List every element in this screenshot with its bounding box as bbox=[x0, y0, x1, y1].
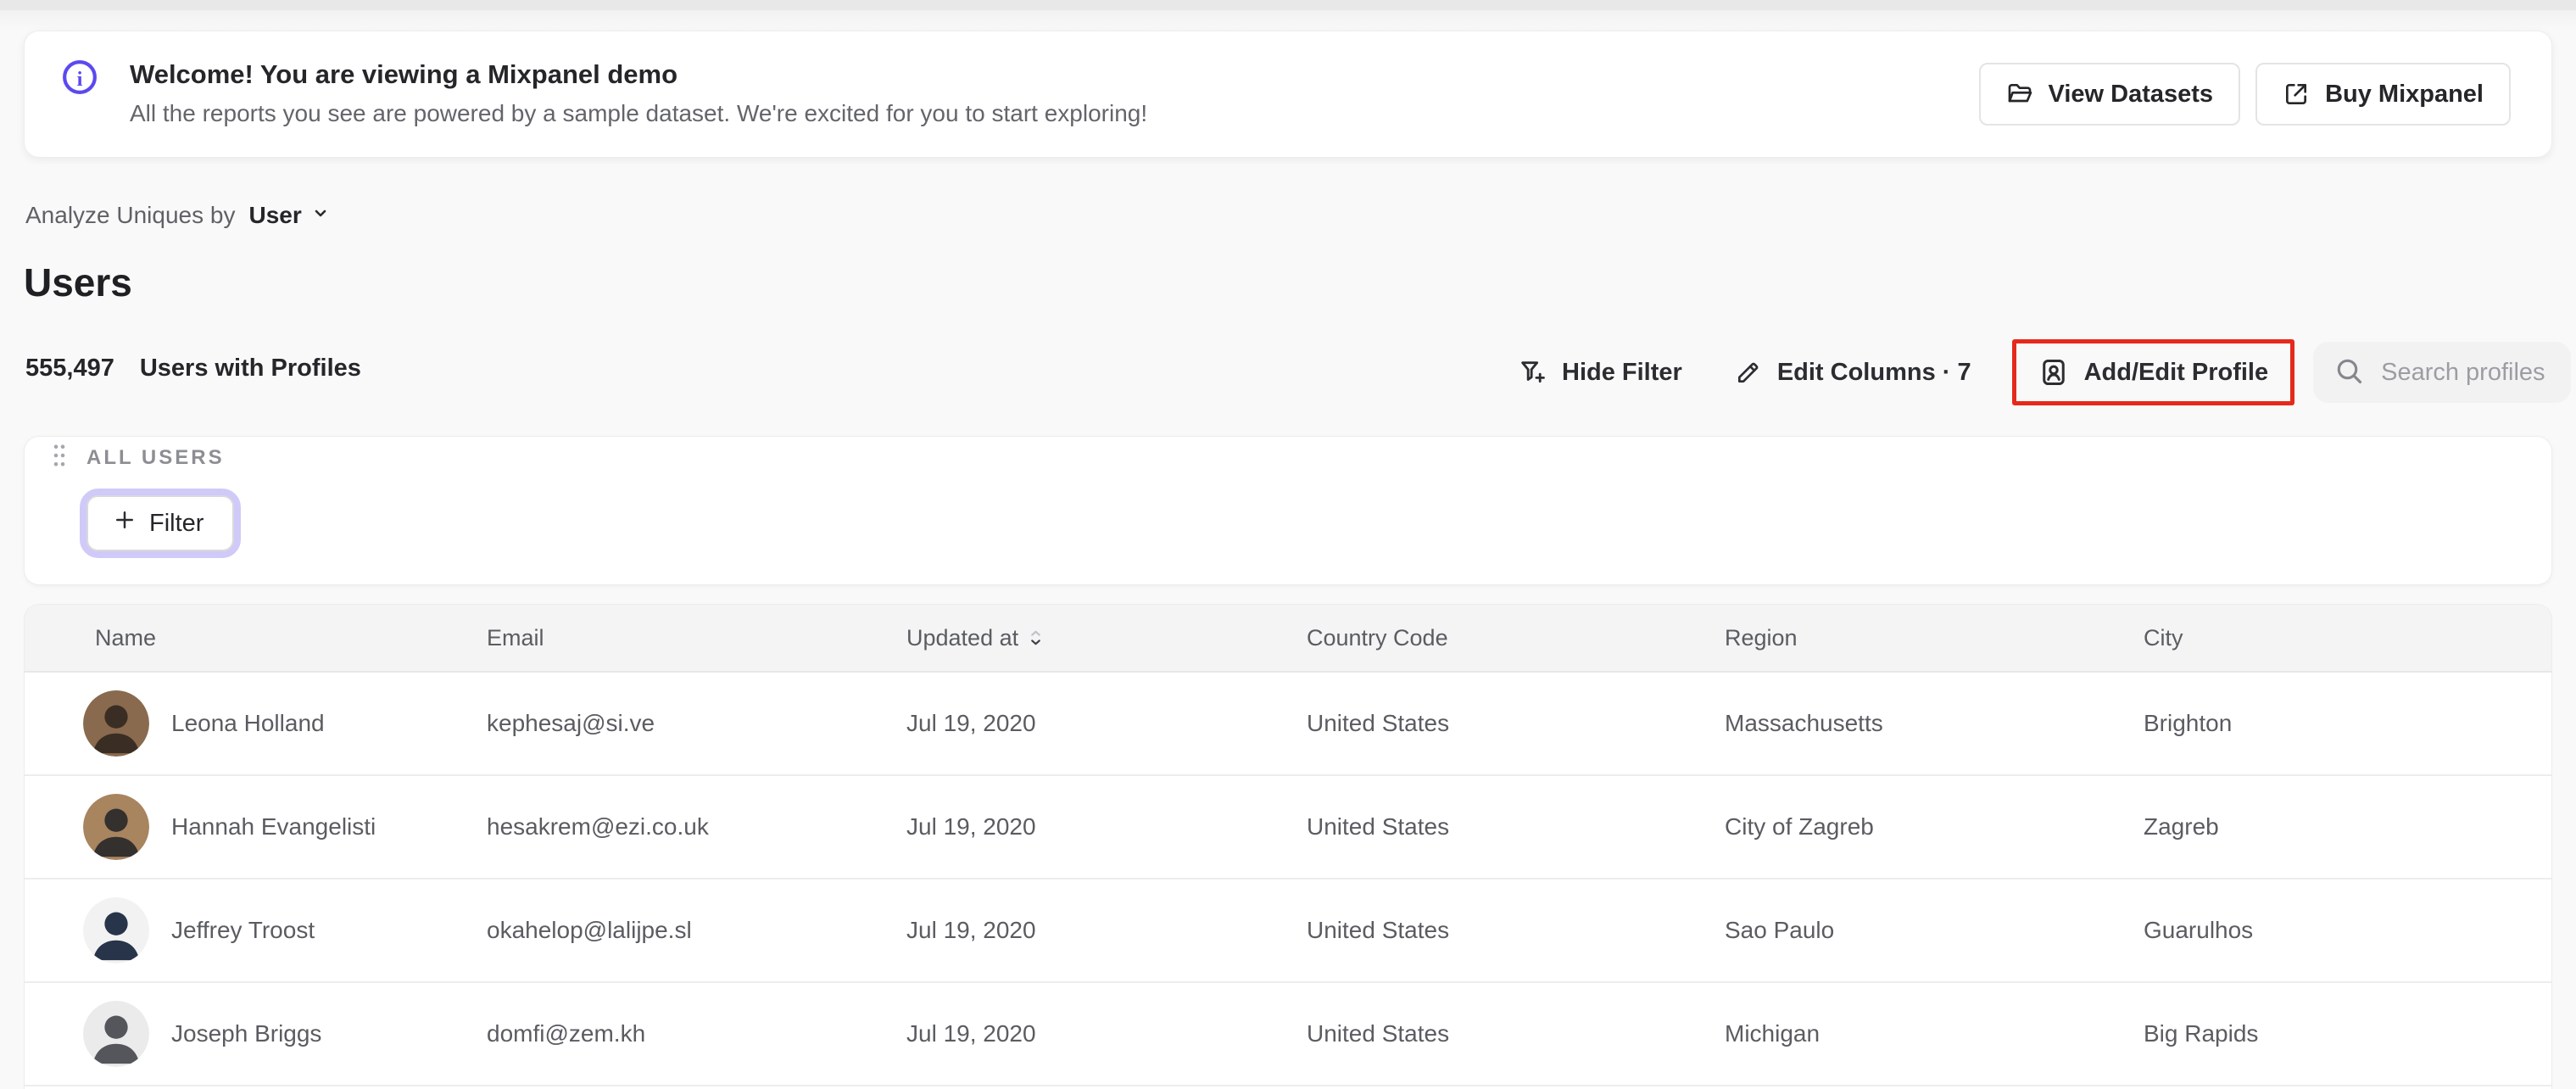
filter-button-focus-ring: Filter bbox=[80, 489, 242, 558]
table-row[interactable]: Jeffrey Troost okahelop@lalijpe.sl Jul 1… bbox=[25, 880, 2551, 983]
user-email: kephesaj@si.ve bbox=[487, 710, 655, 736]
column-label: Country Code bbox=[1307, 624, 1448, 651]
column-label: Name bbox=[95, 624, 157, 651]
table-row[interactable]: Leona Holland kephesaj@si.ve Jul 19, 202… bbox=[25, 673, 2551, 776]
column-header-email[interactable]: Email bbox=[487, 625, 906, 651]
user-email: domfi@zem.kh bbox=[487, 1020, 646, 1047]
user-updated-at: Jul 19, 2020 bbox=[906, 917, 1036, 943]
user-updated-at: Jul 19, 2020 bbox=[906, 1020, 1036, 1047]
column-header-name[interactable]: Name bbox=[71, 625, 487, 651]
svg-text:i: i bbox=[77, 68, 83, 91]
add-edit-profile-button[interactable]: Add/Edit Profile bbox=[2038, 357, 2269, 388]
search-profiles[interactable] bbox=[2313, 342, 2571, 403]
table-row[interactable]: Joseph Briggs domfi@zem.kh Jul 19, 2020 … bbox=[25, 983, 2551, 1086]
user-city: Brighton bbox=[2144, 710, 2233, 736]
add-filter-label: Filter bbox=[149, 509, 204, 537]
buy-mixpanel-button[interactable]: Buy Mixpanel bbox=[2255, 63, 2511, 126]
user-name: Leona Holland bbox=[171, 710, 325, 736]
search-profiles-input[interactable] bbox=[2379, 357, 2551, 388]
profile-count: 555,497 Users with Profiles bbox=[25, 355, 361, 383]
user-country-code: United States bbox=[1307, 917, 1450, 943]
info-icon: i bbox=[62, 59, 98, 95]
users-table: Name Email Updated at Country Code Regio… bbox=[24, 604, 2552, 1089]
analyze-entity-dropdown[interactable]: User bbox=[248, 202, 330, 229]
filter-group-label: ALL USERS bbox=[86, 445, 225, 469]
analyze-label: Analyze Uniques by bbox=[25, 202, 236, 228]
hide-filter-button[interactable]: Hide Filter bbox=[1518, 358, 1682, 387]
profile-badge-icon bbox=[2038, 357, 2069, 388]
column-header-updated-at[interactable]: Updated at bbox=[906, 625, 1307, 651]
user-country-code: United States bbox=[1307, 813, 1450, 840]
sort-icon bbox=[1029, 627, 1043, 653]
external-link-icon bbox=[2283, 81, 2310, 108]
top-divider bbox=[0, 0, 2576, 10]
analyze-entity-value: User bbox=[248, 202, 302, 228]
column-label: City bbox=[2144, 624, 2183, 651]
user-email: hesakrem@ezi.co.uk bbox=[487, 813, 709, 840]
user-updated-at: Jul 19, 2020 bbox=[906, 710, 1036, 736]
banner-title: Welcome! You are viewing a Mixpanel demo bbox=[130, 59, 678, 90]
user-updated-at: Jul 19, 2020 bbox=[906, 813, 1036, 840]
user-city: Big Rapids bbox=[2144, 1020, 2259, 1047]
user-name: Hannah Evangelisti bbox=[171, 813, 376, 840]
avatar bbox=[83, 794, 149, 860]
page-title: Users bbox=[24, 260, 132, 304]
analyze-uniques-bar: Analyze Uniques by User bbox=[25, 202, 331, 229]
avatar bbox=[83, 1001, 149, 1067]
filter-group-header: ALL USERS bbox=[53, 443, 225, 472]
buy-mixpanel-label: Buy Mixpanel bbox=[2325, 80, 2484, 108]
user-name: Jeffrey Troost bbox=[171, 917, 315, 943]
chevron-down-icon bbox=[310, 202, 331, 229]
users-page: i Welcome! You are viewing a Mixpanel de… bbox=[0, 0, 2576, 1089]
view-datasets-label: View Datasets bbox=[2048, 80, 2214, 108]
avatar bbox=[83, 690, 149, 757]
user-region: Michigan bbox=[1725, 1020, 1820, 1047]
folder-icon bbox=[2006, 81, 2033, 108]
edit-columns-label: Edit Columns · 7 bbox=[1776, 358, 1971, 386]
table-row[interactable]: Hannah Evangelisti hesakrem@ezi.co.uk Ju… bbox=[25, 776, 2551, 880]
profile-count-label: Users with Profiles bbox=[139, 355, 361, 382]
user-region: Massachusetts bbox=[1725, 710, 1883, 736]
filter-plus-icon bbox=[1518, 358, 1547, 387]
filter-panel bbox=[24, 436, 2552, 585]
user-region: Sao Paulo bbox=[1725, 917, 1835, 943]
column-header-country-code[interactable]: Country Code bbox=[1307, 625, 1725, 651]
profile-count-value: 555,497 bbox=[25, 355, 114, 382]
top-fade bbox=[0, 10, 2576, 31]
pencil-icon bbox=[1735, 359, 1762, 386]
welcome-banner: i Welcome! You are viewing a Mixpanel de… bbox=[24, 31, 2552, 158]
column-label: Region bbox=[1725, 624, 1798, 651]
banner-text: Welcome! You are viewing a Mixpanel demo… bbox=[130, 59, 1979, 130]
edit-columns-button[interactable]: Edit Columns · 7 bbox=[1735, 359, 1971, 387]
user-country-code: United States bbox=[1307, 710, 1450, 736]
plus-icon bbox=[112, 507, 137, 539]
column-header-region[interactable]: Region bbox=[1725, 625, 2144, 651]
user-country-code: United States bbox=[1307, 1020, 1450, 1047]
user-city: Zagreb bbox=[2144, 813, 2219, 840]
drag-handle-icon[interactable] bbox=[53, 443, 66, 472]
user-email: okahelop@lalijpe.sl bbox=[487, 917, 692, 943]
search-icon bbox=[2333, 355, 2364, 390]
table-toolbar: Hide Filter Edit Columns · 7 Add/Edit Pr… bbox=[1518, 338, 2571, 407]
column-label: Email bbox=[487, 624, 544, 651]
banner-actions: View Datasets Buy Mixpanel bbox=[1978, 63, 2511, 126]
user-city: Guarulhos bbox=[2144, 917, 2254, 943]
add-edit-profile-label: Add/Edit Profile bbox=[2083, 358, 2269, 386]
user-name: Joseph Briggs bbox=[171, 1020, 322, 1047]
table-header-row: Name Email Updated at Country Code Regio… bbox=[25, 605, 2551, 673]
view-datasets-button[interactable]: View Datasets bbox=[1978, 63, 2241, 126]
add-filter-button[interactable]: Filter bbox=[86, 495, 235, 551]
annotation-highlight-box: Add/Edit Profile bbox=[2011, 339, 2295, 405]
hide-filter-label: Hide Filter bbox=[1562, 358, 1682, 386]
column-label: Updated at bbox=[906, 624, 1019, 651]
user-region: City of Zagreb bbox=[1725, 813, 1874, 840]
banner-subtitle: All the reports you see are powered by a… bbox=[130, 100, 1148, 127]
avatar bbox=[83, 897, 149, 963]
column-header-city[interactable]: City bbox=[2144, 625, 2551, 651]
